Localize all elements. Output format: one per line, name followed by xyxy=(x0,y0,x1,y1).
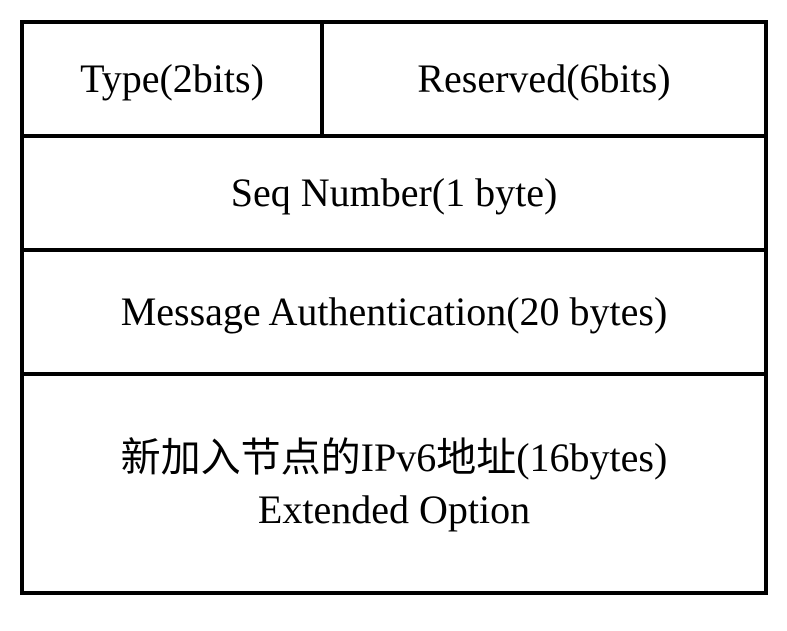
field-seq-number: Seq Number(1 byte) xyxy=(24,138,764,248)
packet-structure-diagram: Type(2bits) Reserved(6bits) Seq Number(1… xyxy=(20,20,768,595)
field-type: Type(2bits) xyxy=(24,24,324,134)
field-message-authentication: Message Authentication(20 bytes) xyxy=(24,252,764,372)
field-ipv6-address-extended-option: 新加入节点的IPv6地址(16bytes) Extended Option xyxy=(24,376,764,591)
field-reserved: Reserved(6bits) xyxy=(324,24,764,134)
packet-row-1: Type(2bits) Reserved(6bits) xyxy=(24,24,764,138)
field-ipv6-address-line2: Extended Option xyxy=(258,486,530,534)
packet-row-3: Message Authentication(20 bytes) xyxy=(24,252,764,376)
field-ipv6-address-line1: 新加入节点的IPv6地址(16bytes) xyxy=(121,434,668,482)
packet-row-2: Seq Number(1 byte) xyxy=(24,138,764,252)
packet-row-4: 新加入节点的IPv6地址(16bytes) Extended Option xyxy=(24,376,764,591)
